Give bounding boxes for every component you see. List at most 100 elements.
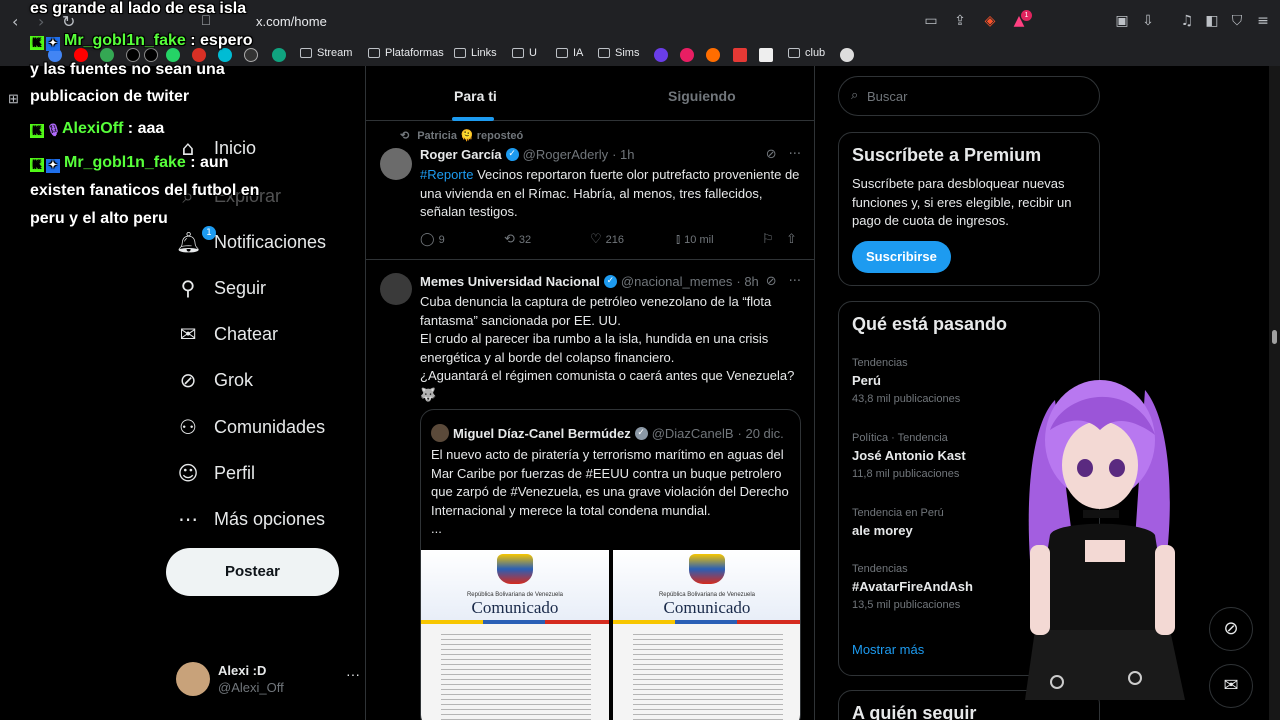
chatgpt-favicon[interactable] — [272, 48, 286, 62]
settings-favicon[interactable] — [840, 48, 854, 62]
media-icon[interactable]: ♫ — [1178, 12, 1196, 30]
repost-button[interactable]: ⟲ 32 — [504, 232, 531, 247]
reply-button[interactable]: ◯ 9 — [420, 232, 445, 247]
nav-grok[interactable]: ⊘ Grok — [176, 368, 253, 392]
panel-icon[interactable]: ◧ — [1203, 12, 1221, 30]
apps-icon[interactable]: ⊞ — [8, 91, 19, 107]
back-icon[interactable]: ‹ — [12, 12, 18, 31]
page-scrollbar[interactable] — [1269, 66, 1280, 720]
cast-icon[interactable]: ▭ — [922, 12, 940, 30]
site-favicon-4[interactable] — [706, 48, 720, 62]
tab-for-you[interactable]: Para ti — [454, 88, 497, 104]
person-icon: ☺ — [177, 461, 199, 485]
timestamp[interactable]: · 8h — [736, 274, 758, 289]
nav-profile[interactable]: ☺ Perfil — [176, 461, 255, 485]
show-more-link[interactable]: Mostrar más — [852, 642, 924, 657]
premium-text: Suscríbete para desbloquear nuevas funci… — [852, 176, 1072, 228]
search-icon: ⌕ — [851, 88, 859, 103]
nav-notifications[interactable]: 🔔︎ 1 Notificaciones — [176, 226, 326, 254]
site-favicon-6[interactable] — [759, 48, 773, 62]
views-icon: ⫾ — [676, 232, 681, 247]
quoted-tweet[interactable]: Miguel Díaz-Canel Bermúdez ✓ @DiazCanelB… — [420, 409, 801, 720]
avatar[interactable] — [380, 148, 412, 180]
more-icon[interactable]: ··· — [789, 274, 801, 289]
grok-icon[interactable]: ⊘ — [766, 147, 777, 162]
bell-icon: 🔔︎ 1 — [176, 226, 216, 254]
nav-more[interactable]: ⋯ Más opciones — [176, 507, 325, 531]
folder-icon — [454, 48, 466, 58]
author-handle[interactable]: @RogerAderly — [523, 147, 608, 162]
avatar[interactable] — [380, 273, 412, 305]
repost-indicator: ⟲ Patricia 🫠 reposteó — [400, 130, 524, 142]
bookmark-u[interactable]: U — [512, 47, 537, 59]
chat-message: peru y el alto peru — [30, 210, 168, 227]
bookmark-sims[interactable]: Sims — [598, 47, 639, 59]
nav-follow[interactable]: ⚲ Seguir — [176, 276, 266, 300]
chat-message: es grande al lado de esa isla — [30, 0, 247, 17]
nav-communities[interactable]: ⚇ Comunidades — [176, 415, 325, 439]
coat-of-arms-icon — [497, 554, 533, 584]
timeline-tabs: Para ti Siguiendo — [366, 66, 815, 121]
nav-chat[interactable]: ✉ Chatear — [176, 322, 278, 346]
more-circle-icon: ⋯ — [178, 507, 198, 531]
post-button[interactable]: Postear — [166, 548, 339, 596]
subscriber-badge-icon: ✦ — [46, 159, 60, 173]
author-name[interactable]: Memes Universidad Nacional — [420, 274, 600, 289]
sidebar-toggle-icon[interactable]: ▣ — [1113, 12, 1131, 30]
bookmark-links[interactable]: Links — [454, 47, 497, 59]
quote-image[interactable]: República Bolivariana de Venezuela Comun… — [613, 550, 800, 720]
author-handle[interactable]: @nacional_memes — [621, 274, 732, 289]
subscriber-badge-icon: ✦ — [46, 37, 60, 51]
coat-of-arms-icon — [689, 554, 725, 584]
site-favicon-2[interactable] — [654, 48, 668, 62]
timestamp[interactable]: · 1h — [612, 147, 634, 162]
folder-icon — [598, 48, 610, 58]
verified-icon: ✓ — [603, 275, 617, 288]
views-button[interactable]: ⫾ 10 mil — [676, 232, 714, 247]
more-icon[interactable]: ··· — [346, 666, 360, 682]
brave-shield-icon[interactable]: ◈ — [981, 12, 999, 30]
hashtag-link[interactable]: #Reporte — [420, 167, 473, 182]
messages-fab[interactable]: ✉ — [1209, 664, 1253, 708]
grok-icon[interactable]: ⊘ — [766, 274, 777, 289]
like-button[interactable]: ♡ 216 — [590, 232, 624, 247]
folder-icon — [512, 48, 524, 58]
chat-message: K ✦ Mr_gobl1n_fake : espero — [30, 32, 253, 51]
tweet-header: Roger García ✓ @RogerAderly · 1h — [420, 147, 635, 162]
account-switcher[interactable]: Alexi :D @Alexi_Off ··· — [176, 660, 360, 700]
tweet-tools: ⊘ ··· — [766, 147, 801, 162]
kick-badge-icon: K — [30, 124, 44, 138]
wallet-icon[interactable]: ⛉ — [1228, 12, 1246, 30]
folder-icon — [788, 48, 800, 58]
quote-image[interactable]: República Bolivariana de Venezuela Comun… — [421, 550, 609, 720]
folder-icon — [556, 48, 568, 58]
bookmark-plataformas[interactable]: Plataformas — [368, 47, 444, 59]
grok-fab[interactable]: ⊘ — [1209, 607, 1253, 651]
mail-icon: ✉ — [179, 322, 197, 346]
search-input[interactable]: ⌕ Buscar — [838, 76, 1100, 116]
tweet[interactable]: ⟲ Patricia 🫠 reposteó Roger García ✓ @Rog… — [366, 122, 815, 260]
scroll-thumb[interactable] — [1272, 330, 1277, 344]
site-favicon-3[interactable] — [680, 48, 694, 62]
author-name[interactable]: Roger García — [420, 147, 502, 162]
subscribe-button[interactable]: Suscribirse — [852, 241, 951, 273]
tweet[interactable]: Memes Universidad Nacional ✓ @nacional_m… — [366, 261, 815, 720]
bookmark-stream[interactable]: Stream — [300, 47, 352, 59]
quote-text: El nuevo acto de piratería y terrorismo … — [431, 447, 789, 536]
quote-author-name: Miguel Díaz-Canel Bermúdez — [453, 425, 631, 441]
reply-icon: ◯ — [420, 232, 435, 247]
tab-following[interactable]: Siguiendo — [668, 88, 736, 104]
bookmark-ia[interactable]: IA — [556, 47, 583, 59]
notification-badge: 1 — [202, 226, 216, 240]
more-icon[interactable]: ··· — [789, 147, 801, 162]
address-bar[interactable]: x.com/home — [256, 14, 327, 29]
bookmark-button[interactable]: ⚐ — [762, 232, 774, 247]
tweet-header: Memes Universidad Nacional ✓ @nacional_m… — [420, 274, 759, 289]
share-button[interactable]: ⇧ — [786, 232, 797, 247]
download-icon[interactable]: ⇩ — [1139, 12, 1157, 30]
menu-icon[interactable]: ≡ — [1254, 12, 1272, 30]
share-icon: ⇧ — [786, 232, 797, 247]
site-favicon-5[interactable] — [733, 48, 747, 62]
share-icon[interactable]: ⇪ — [951, 12, 969, 30]
bookmark-club[interactable]: club — [788, 47, 825, 59]
